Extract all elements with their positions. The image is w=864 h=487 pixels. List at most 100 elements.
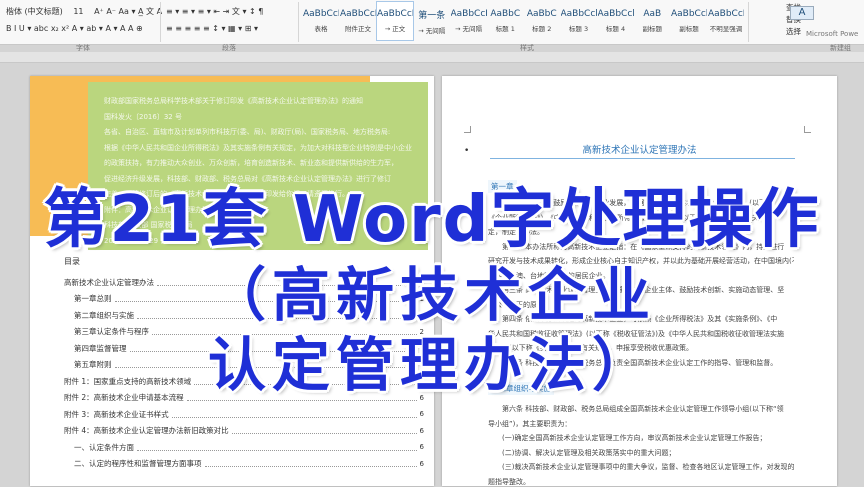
style-name: → 正文 xyxy=(384,25,406,33)
styles-gallery[interactable]: AaBbCcDd 表格 AaBbCcDd 附件正文 AaBbCcDd → 正文 第一条 → 无… xyxy=(303,1,745,41)
style-sample: AaBbCcDd xyxy=(708,9,744,19)
ruler[interactable] xyxy=(0,52,864,63)
style-sample: AaBbCcl xyxy=(560,9,597,19)
toc-leader xyxy=(137,312,417,319)
toc-entry[interactable]: 第三章认定条件与程序 2 xyxy=(64,324,424,341)
toc-entry-title: 二、认定的程序性和监督管理方面事项 xyxy=(74,459,202,469)
body-text-line: 题指导整改。 xyxy=(488,477,530,486)
font-row-2[interactable]: B I U ▾ abc x₂ x² A ▾ ab ▾ A ▾ A A ⊕ xyxy=(6,24,143,33)
paragraph-row-2[interactable]: ≡ ≡ ≡ ≡ ≡ ↕ ▾ ▦ ▾ ⊞ ▾ xyxy=(166,24,258,33)
body-text-line: 持公平公正的原则。 xyxy=(488,300,551,309)
toc-entry-title: 第五章附则 xyxy=(74,360,112,370)
style-item[interactable]: AaBbCcD → 无间隔 xyxy=(451,2,487,40)
body-text-line: 包括港、澳、台地区)注册的居民企业。 xyxy=(488,271,610,280)
memo-line: 2016 年 1 月 29 日 xyxy=(104,236,168,245)
style-item[interactable]: AaBbC 标题 1 xyxy=(488,2,524,40)
toc-page-number: 1 xyxy=(419,294,424,303)
toc-page-number: 5 xyxy=(419,377,424,386)
toc-page-number: 2 xyxy=(419,327,424,336)
title-underline xyxy=(490,158,795,159)
font-tools[interactable]: A⁺ A⁻ Aa ▾ A̲ 文 A xyxy=(94,7,162,16)
style-item[interactable]: AaBbC 标题 2 xyxy=(524,2,560,40)
toc-entry-title: 一、认定条件方面 xyxy=(74,442,134,452)
toc-page-number: 6 xyxy=(419,410,424,419)
styles-pane-icon[interactable]: A xyxy=(790,6,814,20)
toc-leader xyxy=(137,444,417,451)
body-text-line: 华人民共和国税收征收管理法》(以下称《税收征管法》)及《中华人民共和国税收征收管… xyxy=(488,329,784,338)
left-page[interactable]: 财政部国家税务总局科学技术部关于修订印发《高新技术企业认定管理办法》的通知 国科发… xyxy=(30,76,434,486)
style-item[interactable]: AaBbCcDd → 正文 xyxy=(376,1,414,41)
toc-heading: 目录 xyxy=(64,257,80,266)
body-text-line: 第五条 科技部、财政部、税务总局负责全国高新技术企业认定工作的指导、管理和监督。 xyxy=(502,358,778,367)
toc-entry[interactable]: 高新技术企业认定管理办法 1 xyxy=(64,274,424,291)
green-text-box[interactable]: 财政部国家税务总局科学技术部关于修订印发《高新技术企业认定管理办法》的通知 国科发… xyxy=(88,82,428,250)
toc-page-number: 1 xyxy=(419,278,424,287)
toc-entry-title: 第一章总则 xyxy=(74,294,112,304)
toc-leader xyxy=(114,295,417,303)
toc-entry[interactable]: 第二章组织与实施 1 xyxy=(64,307,424,324)
style-item[interactable]: AaBbCcl 标题 4 xyxy=(598,2,634,40)
style-sample: AaBbCcl xyxy=(671,9,707,19)
table-of-contents[interactable]: 高新技术企业认定管理办法 1 第一章总则 1 第二章组织与实施 1 第三章认定条件与程序 2 第… xyxy=(64,274,424,472)
toc-entry[interactable]: 第五章附则 4 xyxy=(64,357,424,374)
toc-entry[interactable]: 第四章监督管理 3 xyxy=(64,340,424,357)
style-name: → 无间隔 xyxy=(454,25,482,33)
chapter-1-heading: 第一章 xyxy=(488,180,517,193)
memo-line: 的政策扶持，有力推动大众创业、万众创新，培育创造新技术、新业态和提供新供给的生力… xyxy=(104,159,398,167)
toc-entry-title: 附件 2：高新技术企业申请基本流程 xyxy=(64,393,184,403)
toc-leader xyxy=(186,394,417,402)
body-text-line: (三)裁决高新技术企业认定管理事项中的重大争议，监督、检查各地区认定管理工作，对… xyxy=(502,463,794,471)
style-sample: AaBbCcDd xyxy=(340,9,376,19)
body-text-line: 细则》(以下称《实施细则》)等有关规定，申报享受税收优惠政策。 xyxy=(488,344,693,352)
style-sample: AaBbCcl xyxy=(597,9,634,19)
style-item[interactable]: AaB 副标题 xyxy=(635,2,671,40)
style-item[interactable]: AaBbCcl 标题 3 xyxy=(561,2,597,40)
memo-line: 附件：高新技术企业认定管理办法 xyxy=(104,205,209,214)
doc-pane-label: Microsoft Powe xyxy=(806,30,859,38)
font-family-select[interactable]: 楷体 (中文标题) xyxy=(6,7,63,16)
body-text-line: 研究开发与技术成果转化，形成企业核心自主知识产权，并以此为基础开展经营活动，在中… xyxy=(488,257,794,265)
toc-leader xyxy=(194,378,417,385)
toc-page-number: 6 xyxy=(419,443,424,452)
toc-entry[interactable]: 一、认定条件方面 6 xyxy=(64,439,424,456)
body-text-line: 第三条 高新技术企业认定管理工作应遵循突出企业主体、鼓励技术创新、实施动态管理、… xyxy=(502,286,785,294)
toc-page-number: 1 xyxy=(419,311,424,320)
toc-leader xyxy=(231,427,417,435)
memo-line: 财政部国家税务总局科学技术部关于修订印发《高新技术企业认定管理办法》的通知 xyxy=(104,97,363,105)
toc-entry-title: 第四章监督管理 xyxy=(74,343,127,353)
toc-leader xyxy=(171,411,417,418)
style-item[interactable]: AaBbCcl 副标题 xyxy=(671,2,707,40)
style-sample: 第一条 xyxy=(418,10,446,21)
body-text-line: 导小组”)，其主要职责为： xyxy=(488,419,572,428)
right-page[interactable]: • 高新技术企业认定管理办法 第一章 第二章组织与实施 第一条 为扶持和鼓励高新… xyxy=(442,76,837,486)
margin-corner xyxy=(804,126,811,133)
document-title: 高新技术企业认定管理办法 xyxy=(582,145,697,156)
style-name: 标题 1 xyxy=(495,25,515,33)
body-text-line: 第四条 依据本办法认定的高新技术企业，可依照《企业所得税法》及其《实施条例》、《… xyxy=(502,315,778,323)
style-name: 标题 3 xyxy=(568,25,589,33)
divider xyxy=(298,2,299,42)
paragraph-row-1[interactable]: ≡ ▾ ≡ ▾ ≡ ▾ ⇤ ⇥ 文 ▾ ↕ ¶ xyxy=(166,6,263,17)
toc-entry[interactable]: 第一章总则 1 xyxy=(64,291,424,308)
divider xyxy=(160,2,161,42)
toc-entry-title: 第三章认定条件与程序 xyxy=(74,327,149,337)
toc-entry[interactable]: 二、认定的程序性和监督管理方面事项 6 xyxy=(64,456,424,473)
memo-line: 科技部 财政部 国家税务总局 xyxy=(104,221,193,229)
style-sample: AaB xyxy=(643,9,662,19)
memo-line: 根据《中华人民共和国企业所得税法》及其实施条例有关规定，为加大对科技型企业特别是… xyxy=(104,143,412,152)
chapter-2-heading: 第二章组织与实施 xyxy=(488,382,554,395)
style-item[interactable]: AaBbCcDd 附件正文 xyxy=(340,2,376,40)
toc-entry[interactable]: 附件 4：高新技术企业认定管理办法新旧政策对比 6 xyxy=(64,423,424,440)
toc-entry[interactable]: 附件 3：高新技术企业证书样式 6 xyxy=(64,406,424,423)
style-item[interactable]: AaBbCcDd 不明显强调 xyxy=(708,2,744,40)
style-item[interactable]: AaBbCcDd 表格 xyxy=(303,2,339,40)
margin-corner xyxy=(464,126,471,133)
style-item[interactable]: 第一条 → 无间隔 xyxy=(414,2,450,40)
memo-line: 国科发火〔2016〕32 号 xyxy=(104,112,182,121)
toc-entry[interactable]: 附件 2：高新技术企业申请基本流程 6 xyxy=(64,390,424,407)
font-size-select[interactable]: 11 xyxy=(73,7,83,16)
style-name: 不明显强调 xyxy=(709,25,743,33)
toc-entry[interactable]: 附件 1：国家重点支持的高新技术领域 5 xyxy=(64,373,424,390)
style-sample: AaBbC xyxy=(490,9,521,19)
toc-entry-title: 附件 3：高新技术企业证书样式 xyxy=(64,409,169,419)
